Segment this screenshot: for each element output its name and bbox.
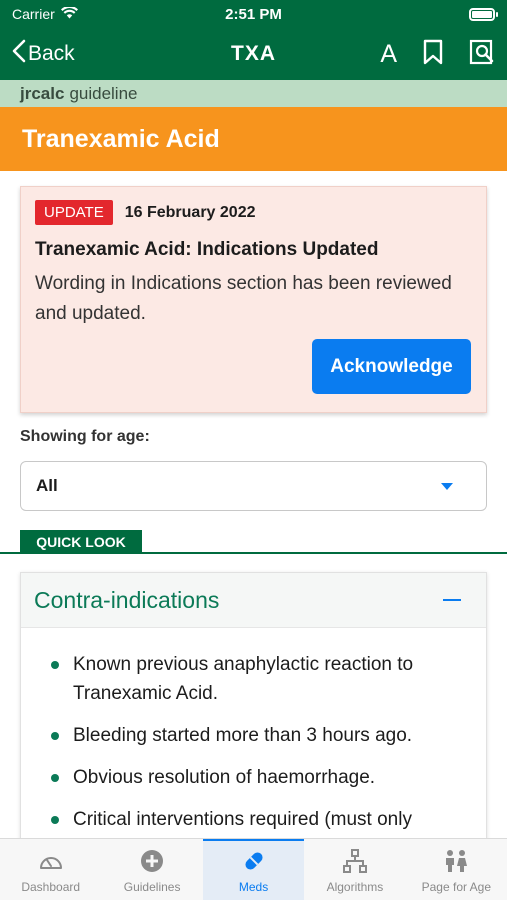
source-type: guideline	[69, 83, 138, 103]
back-button[interactable]: Back	[12, 39, 75, 69]
carrier-label: Carrier	[12, 6, 55, 22]
list-item: Known previous anaphylactic reaction to …	[51, 650, 466, 708]
contra-indications-header[interactable]: Contra-indications	[21, 573, 486, 628]
update-title: Tranexamic Acid: Indications Updated	[35, 239, 379, 260]
nav-bar: Back TXA A	[0, 28, 507, 80]
tab-bar: Dashboard Guidelines Meds Algorithms Pag…	[0, 838, 507, 900]
collapse-minus-icon[interactable]	[443, 599, 461, 601]
age-label: Showing for age:	[20, 428, 150, 445]
status-time: 2:51 PM	[225, 5, 282, 23]
age-value: All	[36, 476, 58, 495]
page-title: Tranexamic Acid	[22, 124, 220, 153]
list-item: Obvious resolution of haemorrhage.	[51, 763, 466, 792]
quick-look-label: QUICK LOOK	[20, 530, 142, 553]
update-date: 16 February 2022	[124, 203, 256, 221]
battery-icon	[468, 7, 498, 21]
list-item: Bleeding started more than 3 hours ago.	[51, 721, 466, 750]
bullet-icon	[51, 661, 59, 669]
dashboard-icon	[39, 848, 63, 874]
contra-indications-section: Contra-indications Known previous anaphy…	[20, 572, 487, 872]
app-header: Carrier 2:51 PM Back TXA A	[0, 0, 507, 80]
people-icon	[443, 848, 469, 874]
pill-icon	[242, 848, 266, 874]
chevron-left-icon	[12, 39, 26, 69]
page-title-bar: Tranexamic Acid	[0, 107, 507, 171]
update-body: Wording in Indications section has been …	[35, 273, 452, 324]
update-card: UPDATE 16 February 2022 Tranexamic Acid:…	[20, 186, 487, 413]
contra-indications-list: Known previous anaphylactic reaction to …	[21, 628, 486, 834]
tab-guidelines[interactable]: Guidelines	[101, 839, 202, 900]
bullet-icon	[51, 732, 59, 740]
contra-indications-title: Contra-indications	[34, 586, 220, 613]
tab-page-for-age[interactable]: Page for Age	[406, 839, 507, 900]
wifi-icon	[60, 5, 78, 22]
bookmark-icon[interactable]	[423, 39, 443, 70]
source-bar: jrcalc guideline	[0, 80, 507, 107]
list-item: Critical interventions required (must on…	[51, 805, 466, 834]
font-size-button[interactable]: A	[380, 40, 397, 69]
bullet-icon	[51, 816, 59, 824]
age-select[interactable]: All	[20, 461, 487, 511]
algorithm-icon	[342, 848, 367, 874]
bullet-icon	[51, 774, 59, 782]
page-short-title: TXA	[231, 42, 276, 65]
plus-circle-icon	[140, 848, 164, 874]
tab-dashboard[interactable]: Dashboard	[0, 839, 101, 900]
tab-algorithms[interactable]: Algorithms	[304, 839, 405, 900]
back-label: Back	[28, 42, 75, 65]
caret-down-icon	[441, 482, 453, 490]
acknowledge-button[interactable]: Acknowledge	[312, 339, 471, 394]
source-brand: jrcalc	[20, 83, 65, 103]
search-document-icon[interactable]	[469, 39, 495, 70]
status-bar: Carrier 2:51 PM	[0, 0, 507, 28]
update-badge: UPDATE	[35, 200, 113, 225]
tab-meds[interactable]: Meds	[202, 839, 305, 900]
